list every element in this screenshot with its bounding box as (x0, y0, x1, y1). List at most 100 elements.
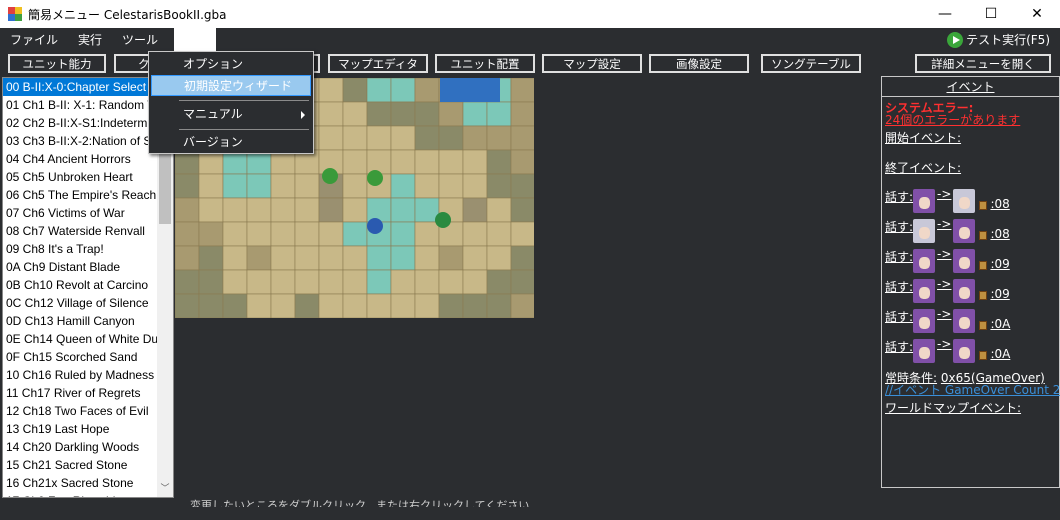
map-tile (438, 173, 464, 199)
chapter-list-item[interactable]: 00 B-II:X-0:Chapter Select (3, 78, 158, 96)
talk-label: 話す: (885, 220, 914, 234)
test-run-button[interactable]: テスト実行(F5) (947, 31, 1050, 48)
map-tile (318, 293, 344, 318)
menu-tools[interactable]: ツール (112, 28, 168, 52)
map-tile (510, 149, 534, 175)
menu-separator (179, 129, 309, 130)
chapter-list-item[interactable]: 0C Ch12 Village of Silence (3, 294, 158, 312)
maximize-button[interactable]: ☐ (968, 0, 1014, 28)
chapter-list-item[interactable]: 03 Ch3 B-II:X-2:Nation of Sa (3, 132, 158, 150)
world-map-event-link[interactable]: ワールドマップイベント: (885, 399, 1021, 416)
end-event-link[interactable]: 終了イベント: (885, 159, 961, 176)
start-event-link[interactable]: 開始イベント: (885, 129, 961, 146)
talk-event-row[interactable]: 話す: ->:0A (885, 305, 1010, 333)
scroll-down-arrow[interactable]: ﹀ (157, 481, 173, 497)
close-button[interactable]: ✕ (1014, 0, 1060, 28)
map-tile (366, 78, 392, 103)
map-tile (414, 149, 440, 175)
event-panel: イベント システムエラー: 24個のエラーがあります 開始イベント: 終了イベン… (881, 76, 1060, 488)
map-tile (246, 197, 272, 223)
chapter-list-item[interactable]: 08 Ch7 Waterside Renvall (3, 222, 158, 240)
map-tile (414, 221, 440, 247)
talk-arrow: -> (937, 337, 952, 351)
chapter-list-item[interactable]: 06 Ch5 The Empire's Reach (3, 186, 158, 204)
menu-setup-wizard[interactable]: 初期設定ウィザード (151, 75, 311, 96)
talk-id: :09 (990, 257, 1010, 271)
song-table-button[interactable]: ソングテーブル (761, 54, 861, 73)
chapter-list-item[interactable]: 13 Ch19 Last Hope (3, 420, 158, 438)
image-settings-button[interactable]: 画像設定 (649, 54, 749, 73)
menu-file[interactable]: ファイル (0, 28, 68, 52)
map-tile (462, 101, 488, 127)
map-tile (510, 245, 534, 271)
map-tile (222, 269, 248, 295)
map-tile (246, 221, 272, 247)
map-tile (438, 293, 464, 318)
unit-ability-button[interactable]: ユニット能力 (8, 54, 106, 73)
chapter-list-item[interactable]: 10 Ch16 Ruled by Madness (3, 366, 158, 384)
chapter-list-item[interactable]: 16 Ch21x Sacred Stone (3, 474, 158, 492)
event-panel-header[interactable]: イベント (882, 77, 1059, 97)
chapter-list-item[interactable]: 0A Ch9 Distant Blade (3, 258, 158, 276)
map-tile (198, 221, 224, 247)
chapter-list-item[interactable]: 05 Ch5 Unbroken Heart (3, 168, 158, 186)
map-editor-button[interactable]: マップエディタ (328, 54, 428, 73)
talk-event-row[interactable]: 話す: ->:09 (885, 275, 1010, 303)
chapter-list-item[interactable]: 09 Ch8 It's a Trap! (3, 240, 158, 258)
chapter-list-item[interactable]: 0E Ch14 Queen of White Du (3, 330, 158, 348)
map-tile (390, 221, 416, 247)
map-tile (510, 125, 534, 151)
gameover-comment-link[interactable]: //イベント GameOver Count 2 (885, 381, 1060, 398)
map-tile (510, 101, 534, 127)
open-detail-menu-button[interactable]: 詳細メニューを開く (915, 54, 1051, 73)
talk-event-row[interactable]: 話す: ->:08 (885, 215, 1010, 243)
hint-text: 変更したいところをダブルクリック、または右クリックしてください (190, 499, 530, 507)
map-tile (438, 101, 464, 127)
submenu-arrow-icon (301, 111, 305, 119)
map-tile (390, 78, 416, 103)
minimize-button[interactable]: — (922, 0, 968, 28)
chapter-list-item[interactable]: 0D Ch13 Hamill Canyon (3, 312, 158, 330)
chapter-list-item[interactable]: 11 Ch17 River of Regrets (3, 384, 158, 402)
menu-option[interactable]: オプション (151, 54, 311, 75)
map-tile (318, 101, 344, 127)
chapter-list-item[interactable]: 0F Ch15 Scorched Sand (3, 348, 158, 366)
error-count-link[interactable]: 24個のエラーがあります (885, 111, 1020, 128)
map-tile (222, 197, 248, 223)
map-tile (294, 269, 320, 295)
flag-icon (979, 201, 988, 210)
menu-version[interactable]: バージョン (151, 132, 311, 153)
map-settings-button[interactable]: マップ設定 (542, 54, 642, 73)
chapter-list-item[interactable]: 04 Ch4 Ancient Horrors (3, 150, 158, 168)
chapter-list-item[interactable]: 17 Ch0 Fort Rigwald (3, 492, 158, 497)
map-tile (270, 293, 296, 318)
menu-manual[interactable]: マニュアル (151, 104, 311, 125)
map-tile (342, 78, 368, 103)
speaker-portrait (913, 309, 936, 333)
chapter-list-item[interactable]: 15 Ch21 Sacred Stone (3, 456, 158, 474)
flag-icon (979, 351, 988, 360)
map-tile (486, 245, 512, 271)
chapter-list-item[interactable]: 12 Ch18 Two Faces of Evil (3, 402, 158, 420)
map-tile (198, 197, 224, 223)
talk-event-row[interactable]: 話す: ->:09 (885, 245, 1010, 273)
map-tile (198, 245, 224, 271)
chapter-list-item[interactable]: 14 Ch20 Darkling Woods (3, 438, 158, 456)
menu-separator (179, 100, 309, 101)
map-tile (414, 78, 440, 103)
map-tile (270, 245, 296, 271)
map-tile (438, 269, 464, 295)
chapter-list-item[interactable]: 01 Ch1 B-II: X-1: Random Va (3, 96, 158, 114)
chapter-list-item[interactable]: 0B Ch10 Revolt at Carcino (3, 276, 158, 294)
map-tile (270, 173, 296, 199)
map-tile (294, 245, 320, 271)
talk-event-row[interactable]: 話す: ->:08 (885, 185, 1010, 213)
talk-event-row[interactable]: 話す: ->:0A (885, 335, 1010, 363)
chapter-list-item[interactable]: 02 Ch2 B-II:X-S1:Indetermin (3, 114, 158, 132)
menu-run[interactable]: 実行 (68, 28, 112, 52)
talk-arrow: -> (937, 307, 952, 321)
play-icon (947, 31, 964, 48)
menu-help[interactable] (174, 28, 217, 52)
unit-placement-button[interactable]: ユニット配置 (435, 54, 535, 73)
chapter-list-item[interactable]: 07 Ch6 Victims of War (3, 204, 158, 222)
